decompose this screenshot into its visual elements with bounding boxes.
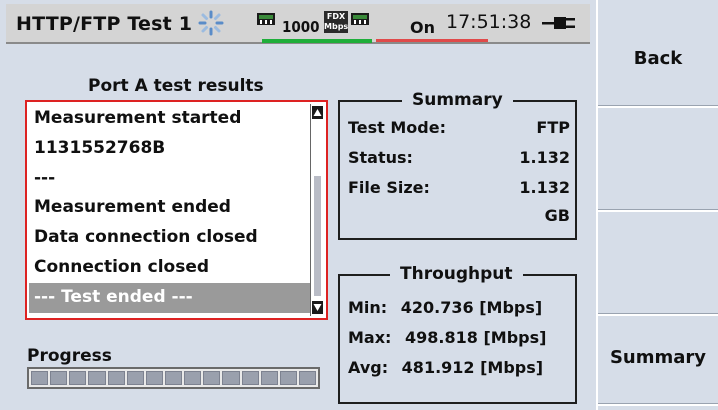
throughput-value: 498.818 [Mbps] — [405, 328, 547, 347]
progress-segment — [241, 371, 259, 385]
clock: 17:51:38 — [446, 11, 532, 33]
summary-key: Status: — [348, 148, 413, 167]
scroll-down-icon[interactable] — [312, 301, 323, 314]
summary-row: Test Mode: FTP — [348, 118, 570, 137]
ethernet-link-icon — [351, 13, 369, 25]
back-button[interactable]: Back — [598, 6, 718, 108]
results-heading: Port A test results — [88, 76, 264, 96]
power-plug-icon — [542, 17, 575, 29]
summary-value: 1.132 — [519, 178, 570, 197]
throughput-label: Max: — [348, 328, 392, 347]
progress-segment — [126, 371, 144, 385]
summary-key: Test Mode: — [348, 118, 446, 137]
progress-segment — [260, 371, 278, 385]
progress-segment — [203, 371, 221, 385]
results-list-box[interactable]: Measurement started 1131552768B --- Meas… — [25, 100, 328, 320]
throughput-group: Throughput Min: 420.736 [Mbps] Max: 498.… — [338, 264, 577, 404]
result-line-selected[interactable]: --- Test ended --- — [29, 282, 311, 313]
throughput-label: Avg: — [348, 358, 389, 377]
progress-segment — [184, 371, 202, 385]
link-status-bar — [262, 39, 372, 43]
tester-screen: HTTP/FTP Test 1 1000 FDX Mbps On 17:51:3… — [0, 0, 718, 410]
progress-segment — [107, 371, 125, 385]
summary-row: Status: 1.132 — [348, 148, 570, 167]
scroll-up-icon[interactable] — [312, 106, 323, 119]
progress-segment — [88, 371, 106, 385]
softkey-2-button[interactable] — [598, 110, 718, 212]
ethernet-link-icon — [257, 13, 275, 25]
progress-bar — [27, 367, 320, 389]
results-list[interactable]: Measurement started 1131552768B --- Meas… — [29, 104, 311, 316]
result-line[interactable]: Data connection closed — [29, 223, 311, 253]
screen-title: HTTP/FTP Test 1 — [16, 13, 193, 35]
progress-segment — [298, 371, 317, 385]
results-scrollbar[interactable] — [310, 104, 324, 316]
summary-value: GB — [544, 206, 570, 225]
throughput-label: Min: — [348, 298, 388, 317]
throughput-value: 420.736 [Mbps] — [400, 298, 543, 317]
line-status-bar — [376, 39, 488, 42]
progress-segment — [145, 371, 163, 385]
result-line[interactable]: --- — [29, 164, 311, 194]
progress-segment — [69, 371, 87, 385]
throughput-value: 481.912 [Mbps] — [401, 358, 544, 377]
summary-title: Summary — [402, 90, 513, 110]
link-speed: 1000 — [282, 18, 320, 36]
softkey-3-button[interactable] — [598, 214, 718, 316]
title-bar: HTTP/FTP Test 1 1000 FDX Mbps On 17:51:3… — [6, 4, 590, 44]
duplex-badge: FDX Mbps — [324, 11, 348, 33]
result-line[interactable]: 1131552768B — [29, 134, 311, 164]
summary-value: FTP — [536, 118, 570, 137]
duplex-mode: FDX — [326, 12, 346, 21]
softkey-column: Back Summary — [596, 0, 718, 410]
progress-segment — [31, 371, 49, 385]
summary-value: 1.132 — [519, 148, 570, 167]
summary-row: File Size: 1.132 — [348, 178, 570, 197]
summary-row: GB — [348, 206, 570, 225]
result-line[interactable]: Connection closed — [29, 253, 311, 283]
throughput-row: Max: 498.818 [Mbps] — [348, 328, 546, 347]
activity-spinner-icon — [198, 10, 224, 36]
line-status: On — [410, 18, 435, 37]
progress-segment — [279, 371, 297, 385]
summary-group: Summary Test Mode: FTP Status: 1.132 Fil… — [338, 90, 577, 240]
progress-segment — [222, 371, 240, 385]
scroll-thumb[interactable] — [314, 176, 321, 296]
progress-label: Progress — [27, 346, 112, 366]
result-line[interactable]: Measurement started — [29, 104, 311, 134]
throughput-row: Avg: 481.912 [Mbps] — [348, 358, 543, 377]
result-line[interactable]: Measurement ended — [29, 193, 311, 223]
throughput-row: Min: 420.736 [Mbps] — [348, 298, 542, 317]
summary-button[interactable]: Summary — [598, 310, 718, 406]
progress-segment — [50, 371, 68, 385]
progress-segment — [164, 371, 183, 385]
duplex-unit: Mbps — [324, 22, 349, 31]
summary-key: File Size: — [348, 178, 430, 197]
throughput-title: Throughput — [390, 264, 523, 284]
